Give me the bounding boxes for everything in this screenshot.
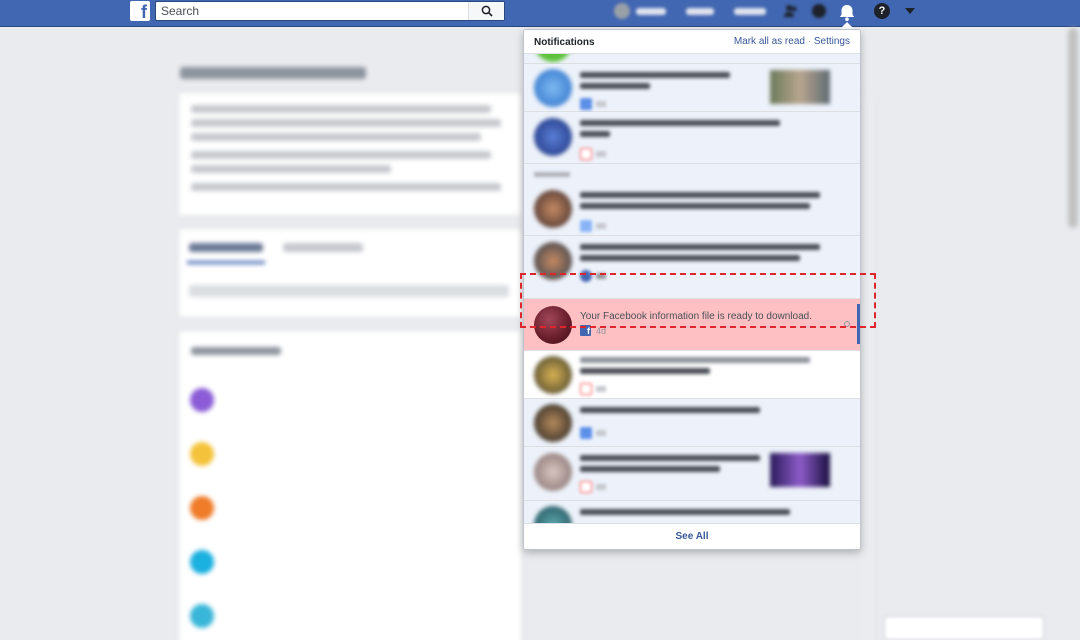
messenger-icon[interactable] — [810, 2, 828, 20]
avatar — [534, 69, 572, 107]
friends-icon — [190, 604, 214, 628]
likes-icon — [190, 550, 214, 574]
profile-nav-link[interactable] — [614, 3, 666, 19]
notification-text-blurred — [580, 357, 830, 374]
avatar — [534, 453, 572, 491]
list-item[interactable] — [524, 112, 860, 164]
list-item[interactable] — [524, 447, 860, 501]
search-input[interactable] — [156, 2, 466, 20]
caret-down-icon[interactable] — [905, 8, 915, 14]
notification-text-blurred — [580, 509, 830, 515]
avatar — [534, 190, 572, 228]
notification-text-blurred — [580, 192, 830, 209]
mark-read-dot[interactable] — [844, 321, 850, 327]
mark-all-read-link[interactable]: Mark all as read — [734, 36, 805, 47]
section-label-earlier — [534, 170, 570, 179]
notification-text-blurred — [580, 407, 830, 413]
avatar — [534, 404, 572, 442]
list-item[interactable] — [524, 64, 860, 112]
notification-text-blurred — [580, 455, 760, 472]
posts-icon — [190, 388, 214, 412]
notifications-title: Notifications — [534, 37, 595, 48]
intro-card — [178, 92, 522, 216]
avatar — [534, 242, 572, 280]
avatar — [614, 3, 630, 19]
comments-icon — [190, 496, 214, 520]
notifications-header: Notifications Mark all as read · Setting… — [524, 30, 860, 54]
create-nav-link[interactable] — [734, 3, 766, 19]
search-icon — [481, 5, 493, 17]
request-tabs-card — [178, 228, 522, 318]
search-box — [155, 1, 505, 21]
bell-icon — [839, 5, 855, 21]
notification-time: 4d — [596, 325, 607, 336]
thumbnail — [770, 453, 830, 487]
notification-file-ready[interactable]: Your Facebook information file is ready … — [524, 299, 860, 351]
thumbnail — [770, 70, 830, 104]
notifications-dropdown: Notifications Mark all as read · Setting… — [523, 29, 861, 550]
notifications-actions: Mark all as read · Settings — [734, 36, 850, 47]
list-item[interactable] — [524, 184, 860, 236]
notification-text-blurred — [580, 120, 830, 137]
separator: · — [807, 36, 812, 47]
chat-bar[interactable] — [884, 616, 1044, 640]
dropdown-arrow — [840, 22, 854, 29]
your-information-card — [178, 330, 522, 640]
avatar — [534, 118, 572, 156]
top-navigation-bar: f ? — [0, 0, 1080, 27]
list-item[interactable] — [524, 351, 860, 399]
see-all-link[interactable]: See All — [676, 531, 709, 542]
list-item[interactable] — [524, 399, 860, 447]
notification-meta: f 4d — [580, 325, 606, 336]
avatar — [534, 356, 572, 394]
avatar — [534, 306, 572, 344]
photos-icon — [190, 442, 214, 466]
notification-text-blurred — [580, 244, 830, 261]
list-item[interactable] — [524, 54, 860, 64]
notifications-footer: See All — [524, 523, 860, 549]
friend-requests-icon[interactable] — [782, 2, 800, 20]
right-column — [860, 92, 874, 640]
page-scrollbar[interactable] — [1068, 28, 1078, 228]
list-item[interactable] — [524, 236, 860, 299]
settings-link[interactable]: Settings — [814, 36, 850, 47]
dropdown-scrollbar[interactable] — [857, 304, 860, 344]
notifications-list: Your Facebook information file is ready … — [524, 54, 860, 524]
help-icon[interactable]: ? — [874, 3, 890, 19]
notification-text: Your Facebook information file is ready … — [580, 311, 812, 322]
avatar — [534, 506, 572, 524]
home-nav-link[interactable] — [686, 3, 714, 19]
facebook-logo-icon[interactable]: f — [130, 1, 150, 22]
facebook-small-icon: f — [580, 325, 591, 336]
page-title-blurred — [180, 66, 366, 84]
search-button[interactable] — [468, 2, 504, 20]
notification-text-blurred — [580, 72, 760, 89]
avatar — [534, 54, 572, 62]
list-item[interactable] — [524, 501, 860, 524]
